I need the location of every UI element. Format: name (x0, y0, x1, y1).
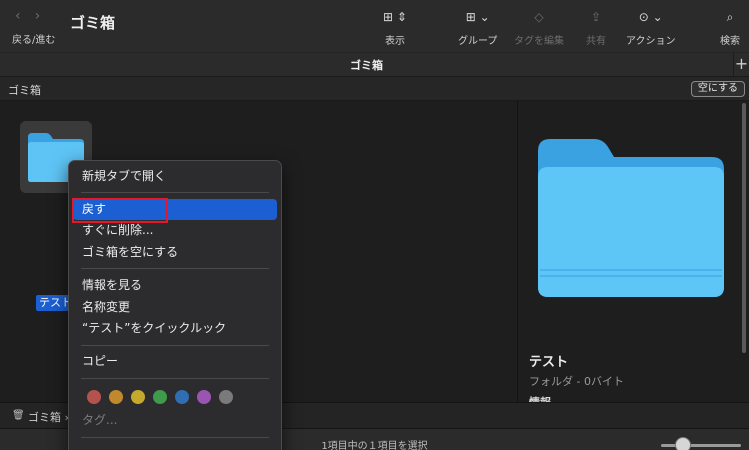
view-label: 表示 (384, 36, 405, 47)
menu-separator (81, 268, 269, 269)
action-icon: ⊙ ⌄ (638, 10, 663, 24)
share-button[interactable]: ⇪ 共有 (586, 9, 606, 47)
menu-separator (81, 437, 269, 438)
empty-trash-button[interactable]: 空にする (690, 81, 745, 97)
tag-colors (87, 390, 233, 404)
tag-orange[interactable] (109, 390, 123, 404)
action-label: アクション (626, 36, 676, 47)
group-label: グループ (458, 36, 498, 47)
edit-tags-label: タグを編集 (514, 36, 564, 47)
menu-delete-immediately[interactable]: すぐに削除... (73, 220, 277, 241)
menu-separator (81, 345, 269, 346)
tag-green[interactable] (153, 390, 167, 404)
menu-tags[interactable]: タグ... (73, 410, 277, 431)
path-bar-trash[interactable]: ゴミ箱 › (28, 409, 69, 425)
view-button[interactable]: ⊞ ⇕ 表示 (383, 9, 407, 47)
menu-separator (81, 192, 269, 193)
share-icon: ⇪ (590, 10, 602, 24)
new-tab-button[interactable]: + (733, 53, 749, 77)
menu-separator (81, 378, 269, 379)
forward-icon[interactable]: › (35, 8, 41, 24)
toolbar: ‹ › 戻る/進む ゴミ箱 ⊞ ⇕ 表示 ⊞ ⌄ グループ ◇ タグを編集 ⇪ … (0, 0, 749, 52)
nav-label: 戻る/進む (12, 35, 56, 46)
search-label: 検索 (720, 36, 740, 47)
tag-red[interactable] (87, 390, 101, 404)
tab-bar: ゴミ箱 + (0, 52, 749, 77)
location-label: ゴミ箱 (8, 84, 41, 97)
folder-preview-icon (538, 139, 724, 297)
menu-copy[interactable]: コピー (73, 351, 277, 372)
tag-purple[interactable] (197, 390, 211, 404)
preview-scrollbar[interactable] (742, 103, 746, 353)
menu-empty-trash[interactable]: ゴミ箱を空にする (73, 242, 277, 263)
icon-size-slider[interactable] (661, 444, 741, 447)
preview-kind-size: フォルダ - 0バイト (529, 375, 624, 388)
nav-group: ‹ › 戻る/進む (12, 8, 64, 46)
preview-pane: テスト フォルダ - 0バイト 情報 (517, 101, 749, 409)
tag-yellow[interactable] (131, 390, 145, 404)
view-grid-icon: ⊞ ⇕ (383, 10, 407, 24)
menu-get-info[interactable]: 情報を見る (73, 275, 277, 296)
tab-trash[interactable]: ゴミ箱 (0, 57, 733, 73)
menu-open-in-new-tab[interactable]: 新規タブで開く (73, 166, 277, 187)
window-title: ゴミ箱 (70, 14, 116, 32)
tag-gray[interactable] (219, 390, 233, 404)
location-header: ゴミ箱 空にする (0, 76, 749, 101)
search-button[interactable]: ⌕ 検索 (720, 9, 740, 47)
trash-icon: 🗑 (12, 410, 25, 421)
menu-quick-look[interactable]: “テスト”をクイックルック (73, 318, 277, 339)
preview-title: テスト (529, 355, 569, 370)
tag-blue[interactable] (175, 390, 189, 404)
share-label: 共有 (586, 36, 606, 47)
group-button[interactable]: ⊞ ⌄ グループ (458, 9, 497, 47)
group-icon: ⊞ ⌄ (465, 10, 490, 24)
search-icon: ⌕ (726, 10, 734, 24)
menu-rename[interactable]: 名称変更 (73, 297, 277, 318)
edit-tags-button[interactable]: ◇ タグを編集 (514, 9, 564, 47)
icon-size-slider-knob[interactable] (675, 437, 691, 450)
tag-icon: ◇ (534, 10, 544, 24)
back-icon[interactable]: ‹ (15, 8, 21, 24)
action-button[interactable]: ⊙ ⌄ アクション (626, 9, 676, 47)
context-menu: 新規タブで開く 戻す すぐに削除... ゴミ箱を空にする 情報を見る 名称変更 … (68, 160, 282, 450)
